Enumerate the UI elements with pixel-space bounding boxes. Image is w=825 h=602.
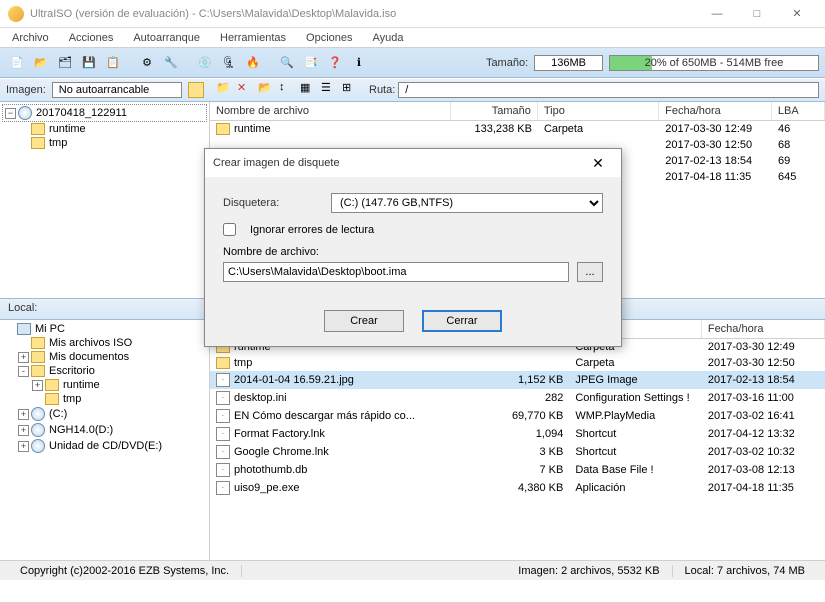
up-icon[interactable]: 📁 [216,81,234,99]
col-date[interactable]: Fecha/hora [659,102,772,120]
save-icon[interactable]: 💾 [78,52,100,74]
path-value: / [398,82,819,98]
open-icon[interactable]: 📂 [30,52,52,74]
local-tree[interactable]: Mi PCMis archivos ISO+Mis documentos-Esc… [0,320,210,560]
compress-icon[interactable]: 🗜 [218,52,240,74]
explorer-icon[interactable]: 🗂 [54,52,76,74]
view3-icon[interactable]: ⊞ [342,81,360,99]
tree-node[interactable]: +Unidad de CD/DVD(E:) [2,438,207,454]
menu-autoarranque[interactable]: Autoarranque [125,30,208,46]
about-icon[interactable]: ℹ [348,52,370,74]
tree-node[interactable]: runtime [2,122,207,136]
maximize-button[interactable]: □ [737,0,777,28]
tree-node[interactable]: tmp [2,392,207,406]
list-item[interactable]: ·photothumb.db7 KBData Base File !2017-0… [210,461,825,479]
dialog-close-icon[interactable]: ✕ [583,155,613,172]
titlebar: UltraISO (versión de evaluación) - C:\Us… [0,0,825,28]
sort-icon[interactable]: ↕ [279,81,297,99]
size-value: 136MB [534,55,603,71]
list-item[interactable]: ·2014-01-04 16.59.21.jpg1,152 KBJPEG Ima… [210,371,825,389]
view1-icon[interactable]: ▦ [300,81,318,99]
list-item[interactable]: runtime133,238 KBCarpeta2017-03-30 12:49… [210,121,825,137]
minimize-button[interactable]: — [697,0,737,28]
tree-root[interactable]: −20170418_122911 [2,104,207,122]
image-bar: Imagen: No autoarrancable 📁 ✕ 📂 ↕ ▦ ☰ ⊞ … [0,78,825,102]
find-icon[interactable]: 🔍 [276,52,298,74]
list-item[interactable]: ·Format Factory.lnk1,094Shortcut2017-04-… [210,425,825,443]
list-item[interactable]: ·uiso9_pe.exe4,380 KBAplicación2017-04-1… [210,479,825,497]
local-file-list[interactable]: Nombre de archivo Tamaño Tipo Fecha/hora… [210,320,825,560]
props-icon[interactable]: 📑 [300,52,322,74]
drive-label: Disquetera: [223,197,323,209]
tool2-icon[interactable]: 🔧 [160,52,182,74]
tree-node[interactable]: +(C:) [2,406,207,422]
menu-ayuda[interactable]: Ayuda [365,30,412,46]
list-item[interactable]: ·desktop.ini282Configuration Settings !2… [210,389,825,407]
col-size[interactable]: Tamaño [451,102,538,120]
dialog-titlebar: Crear imagen de disquete ✕ [205,149,621,177]
ignore-errors-checkbox[interactable] [223,223,236,236]
size-bar: Tamaño: 136MB 20% of 650MB - 514MB free [486,55,819,71]
iso-tree[interactable]: −20170418_122911 runtime tmp [0,102,210,298]
create-floppy-dialog: Crear imagen de disquete ✕ Disquetera: (… [204,148,622,347]
burn-icon[interactable]: 🔥 [242,52,264,74]
help-icon[interactable]: ❓ [324,52,346,74]
tree-node[interactable]: Mis archivos ISO [2,336,207,350]
menu-herramientas[interactable]: Herramientas [212,30,294,46]
main-toolbar: 📄 📂 🗂 💾 📋 ⚙ 🔧 💿 🗜 🔥 🔍 📑 ❓ ℹ Tamaño: 136M… [0,48,825,78]
del-icon[interactable]: ✕ [237,81,255,99]
create-button[interactable]: Crear [324,310,404,332]
filename-label: Nombre de archivo: [223,246,319,258]
window-title: UltraISO (versión de evaluación) - C:\Us… [30,8,697,20]
saveas-icon[interactable]: 📋 [102,52,124,74]
statusbar: Copyright (c)2002-2016 EZB Systems, Inc.… [0,560,825,580]
drive-select[interactable]: (C:) (147.76 GB,NTFS) [331,193,603,213]
capacity-text: 20% of 650MB - 514MB free [610,56,818,70]
browse-button[interactable]: ... [577,262,603,282]
newfolder-icon[interactable]: 📂 [258,81,276,99]
menu-archivo[interactable]: Archivo [4,30,57,46]
path-label: Ruta: [369,84,395,96]
tool1-icon[interactable]: ⚙ [136,52,158,74]
bootable-select[interactable]: No autoarrancable [52,82,182,98]
tree-node[interactable]: +Mis documentos [2,350,207,364]
app-icon [8,6,24,22]
menubar: ArchivoAccionesAutoarranqueHerramientasO… [0,28,825,48]
new-icon[interactable]: 📄 [6,52,28,74]
status-local: Local: 7 archivos, 74 MB [673,565,817,577]
dialog-title: Crear imagen de disquete [213,157,583,169]
tree-node[interactable]: -Escritorio [2,364,207,378]
menu-opciones[interactable]: Opciones [298,30,360,46]
close-button[interactable]: ✕ [777,0,817,28]
ignore-errors-label: Ignorar errores de lectura [250,224,374,236]
tree-node[interactable]: +runtime [2,378,207,392]
list-item[interactable]: tmpCarpeta2017-03-30 12:50 [210,355,825,371]
size-label: Tamaño: [486,57,528,69]
image-label: Imagen: [6,84,46,96]
col-type[interactable]: Tipo [538,102,659,120]
tree-node[interactable]: tmp [2,136,207,150]
list-item[interactable]: ·Google Chrome.lnk3 KBShortcut2017-03-02… [210,443,825,461]
status-copyright: Copyright (c)2002-2016 EZB Systems, Inc. [8,565,242,577]
iso-list-header[interactable]: Nombre de archivo Tamaño Tipo Fecha/hora… [210,102,825,121]
mount-icon[interactable]: 💿 [194,52,216,74]
close-dialog-button[interactable]: Cerrar [422,310,502,332]
filename-input[interactable] [223,262,569,282]
view2-icon[interactable]: ☰ [321,81,339,99]
col-date[interactable]: Fecha/hora [702,320,825,338]
col-lba[interactable]: LBA [772,102,825,120]
menu-acciones[interactable]: Acciones [61,30,122,46]
col-name[interactable]: Nombre de archivo [210,102,451,120]
tree-node[interactable]: +NGH14.0(D:) [2,422,207,438]
tree-node[interactable]: Mi PC [2,322,207,336]
edit-boot-icon[interactable] [188,82,204,98]
status-image: Imagen: 2 archivos, 5532 KB [506,565,672,577]
capacity-bar: 20% of 650MB - 514MB free [609,55,819,71]
list-item[interactable]: ·EN Cómo descargar más rápido co...69,77… [210,407,825,425]
